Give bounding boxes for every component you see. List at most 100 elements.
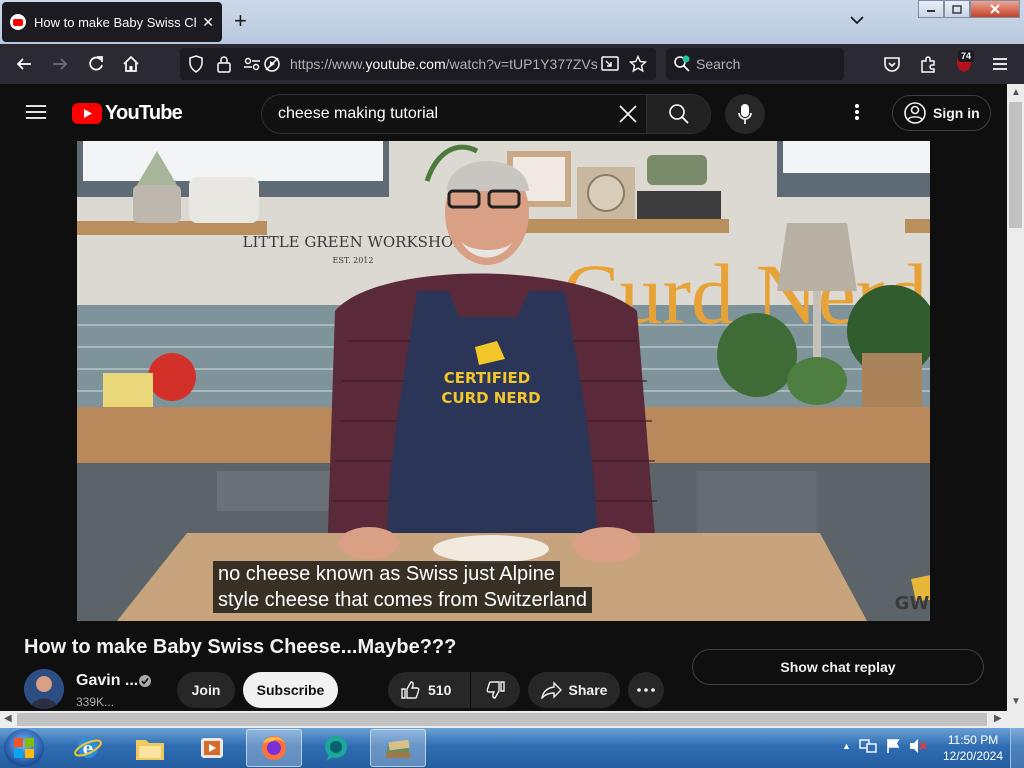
channel-avatar[interactable] xyxy=(24,669,64,709)
scroll-up-arrow-icon[interactable]: ▲ xyxy=(1011,87,1021,98)
documents-stack-icon xyxy=(386,739,410,758)
taskbar-file-explorer[interactable] xyxy=(122,729,178,767)
scroll-down-arrow-icon[interactable]: ▼ xyxy=(1011,696,1021,707)
workshop-sign-line2: EST. 2012 xyxy=(333,256,374,265)
volume-muted-icon[interactable] xyxy=(909,738,927,754)
clock-time: 11:50 PM xyxy=(947,733,999,747)
share-button[interactable]: Share xyxy=(528,672,620,708)
yt-search-input[interactable] xyxy=(278,95,608,133)
show-hidden-icons-icon[interactable]: ▲ xyxy=(842,741,851,751)
close-window-button[interactable] xyxy=(970,0,1020,18)
new-tab-button[interactable]: + xyxy=(234,8,247,34)
yt-search-button[interactable] xyxy=(646,95,710,133)
workshop-sign-line1: LITTLE GREEN WORKSHOP xyxy=(243,233,464,251)
caption-line-2: style cheese that comes from Switzerland xyxy=(213,587,593,613)
taskbar-clock[interactable]: 11:50 PM 12/20/2024 xyxy=(938,732,1008,764)
thumbs-down-icon xyxy=(486,681,505,699)
video-player[interactable]: LITTLE GREEN WORKSHOP EST. 2012 Curd Ner… xyxy=(77,141,930,621)
show-desktop-button[interactable] xyxy=(1010,728,1024,768)
windows-logo-icon xyxy=(14,738,34,758)
vertical-scrollbar[interactable]: ▲ ▼ xyxy=(1007,84,1024,711)
horizontal-scroll-thumb[interactable] xyxy=(17,713,987,726)
scroll-left-arrow-icon[interactable]: ◀ xyxy=(4,713,12,724)
system-tray: ▲ xyxy=(842,738,927,754)
tracking-protection-shield-icon[interactable] xyxy=(186,54,206,74)
more-horizontal-icon xyxy=(637,688,655,692)
video-frame: LITTLE GREEN WORKSHOP EST. 2012 Curd Ner… xyxy=(77,141,930,621)
picture-in-picture-icon[interactable] xyxy=(600,54,620,74)
firefox-icon xyxy=(262,736,286,760)
internet-explorer-icon: e xyxy=(74,738,102,759)
youtube-logo-text: YouTube xyxy=(105,102,183,124)
autoplay-blocked-icon[interactable] xyxy=(262,54,282,74)
video-title: How to make Baby Swiss Cheese...Maybe??? xyxy=(24,636,457,658)
vertical-scroll-thumb[interactable] xyxy=(1009,102,1022,228)
more-actions-button[interactable] xyxy=(628,672,664,708)
tab-title: How to make Baby Swiss Cheese...Maybe???… xyxy=(34,14,196,30)
dislike-button[interactable] xyxy=(471,672,520,708)
list-all-tabs-icon[interactable] xyxy=(850,12,864,30)
taskbar-firefox[interactable] xyxy=(246,729,302,767)
network-icon[interactable] xyxy=(859,738,877,754)
permissions-icon[interactable] xyxy=(242,54,262,74)
sign-in-button[interactable]: Sign in xyxy=(892,95,991,131)
yt-guide-menu-icon[interactable] xyxy=(26,104,46,125)
taskbar-chat-app[interactable] xyxy=(308,729,364,767)
chat-bubble-icon xyxy=(325,736,347,761)
scroll-right-arrow-icon[interactable]: ▶ xyxy=(994,713,1002,724)
hamburger-menu-icon[interactable] xyxy=(990,54,1010,74)
channel-name[interactable]: Gavin ... xyxy=(76,672,138,690)
window-controls xyxy=(918,0,1022,20)
browser-search-bar[interactable]: Search xyxy=(666,48,844,80)
like-button[interactable]: 510 xyxy=(388,672,470,708)
media-player-icon xyxy=(201,738,223,758)
url-prefix: https://www. xyxy=(290,56,366,72)
subscribe-button[interactable]: Subscribe xyxy=(243,672,338,708)
voice-search-button[interactable] xyxy=(725,94,765,134)
bookmark-star-icon[interactable] xyxy=(628,54,648,74)
search-placeholder: Search xyxy=(696,56,741,72)
search-engine-icon[interactable] xyxy=(672,54,692,74)
maximize-button[interactable] xyxy=(944,0,970,18)
microphone-icon xyxy=(738,104,752,124)
join-button[interactable]: Join xyxy=(177,672,235,708)
settings-more-icon[interactable] xyxy=(854,102,860,127)
clear-search-icon[interactable] xyxy=(618,104,638,129)
verified-badge-icon xyxy=(138,674,152,693)
lock-icon[interactable] xyxy=(214,54,234,74)
reload-icon[interactable] xyxy=(86,54,106,74)
taskbar-stack-app[interactable] xyxy=(370,729,426,767)
youtube-logo[interactable]: YouTube xyxy=(72,102,183,125)
url-path: /watch?v=tUP1Y377ZVs xyxy=(445,56,598,72)
extensions-puzzle-icon[interactable] xyxy=(918,54,938,74)
yt-search-box xyxy=(261,94,711,134)
start-button[interactable] xyxy=(4,729,44,767)
home-icon[interactable] xyxy=(121,54,141,74)
thumbs-up-icon xyxy=(401,681,420,699)
youtube-page: YouTube Sign in xyxy=(0,84,1007,711)
taskbar-media-player[interactable] xyxy=(184,729,240,767)
tab-close-icon[interactable]: ✕ xyxy=(202,14,214,31)
youtube-favicon-icon xyxy=(10,14,26,30)
caption-line-1: no cheese known as Swiss just Alpine xyxy=(213,561,560,587)
windows-taskbar: e ▲ 11:50 PM 12/20/2024 xyxy=(0,728,1024,768)
show-chat-replay-button[interactable]: Show chat replay xyxy=(692,649,984,685)
minimize-button[interactable] xyxy=(918,0,944,18)
browser-tab-strip: How to make Baby Swiss Cheese...Maybe???… xyxy=(0,0,1024,44)
pocket-icon[interactable] xyxy=(882,54,902,74)
account-circle-icon xyxy=(904,102,926,124)
share-arrow-icon xyxy=(540,681,562,699)
action-center-flag-icon[interactable] xyxy=(885,738,901,754)
back-arrow-icon[interactable] xyxy=(14,54,34,74)
browser-tab-active[interactable]: How to make Baby Swiss Cheese...Maybe???… xyxy=(2,2,222,42)
sign-in-label: Sign in xyxy=(933,105,980,121)
url-bar[interactable]: https://www.youtube.com/watch?v=tUP1Y377… xyxy=(180,48,656,80)
subscriber-count: 339K... xyxy=(76,695,115,709)
taskbar-internet-explorer[interactable]: e xyxy=(60,729,116,767)
horizontal-scrollbar[interactable]: ◀ ▶ xyxy=(0,711,1024,728)
extensions-count-badge: 74 xyxy=(958,50,975,62)
share-label: Share xyxy=(568,682,608,698)
url-text[interactable]: https://www.youtube.com/watch?v=tUP1Y377… xyxy=(290,56,608,72)
forward-arrow-icon[interactable] xyxy=(50,54,70,74)
gw-watermark: GW xyxy=(895,593,930,614)
